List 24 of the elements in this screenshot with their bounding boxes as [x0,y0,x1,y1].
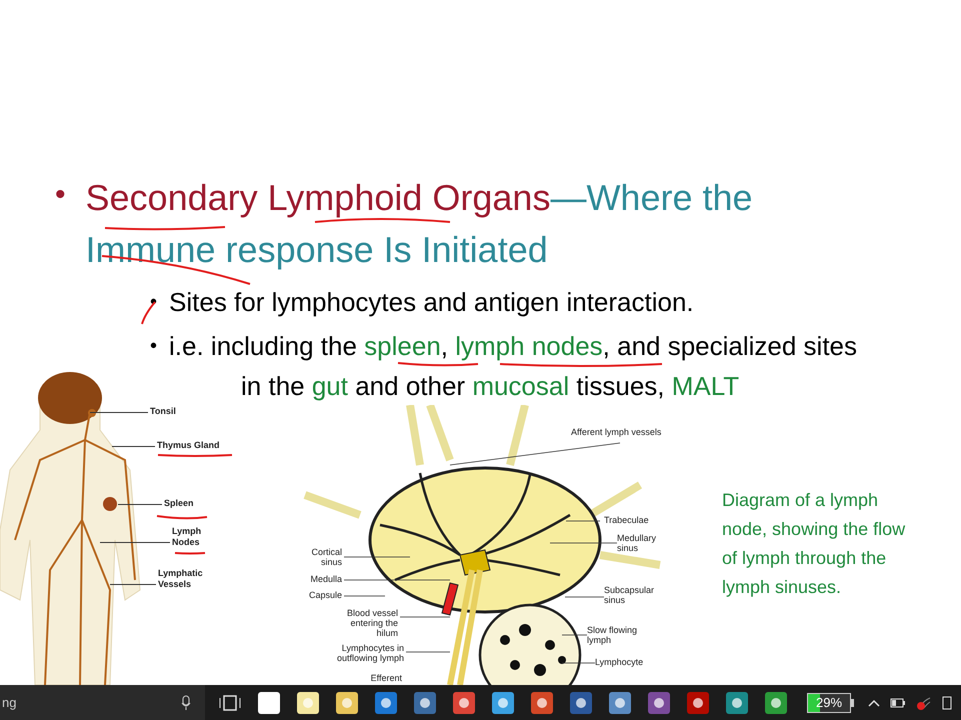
diagram-label: Medulla [309,574,342,584]
diagram-label: Slow flowing lymph [587,625,638,645]
diagram-label: Subcapsular sinus [604,585,656,605]
bullet-dot: • [150,334,158,359]
diagram-label: Medullary sinus [617,533,658,553]
diagram-label: Afferent lymph vessels [571,427,662,437]
figure-label: Lymphatic Vessels [158,568,204,590]
diagram-label: Cortical sinus [310,547,342,567]
figure-label: Spleen [164,498,194,509]
diagram-label: Trabeculae [604,515,649,525]
figure-label: Thymus Gland [157,440,220,451]
figure-label: Tonsil [150,406,176,417]
diagram-label: Lymphocytes in outflowing lymph [336,643,404,663]
bullet-text: Sites for lymphocytes and antigen interaction. [169,286,695,319]
slide-heading: Secondary Lymphoid Organs—Where the Immune response Is Initiated [86,176,754,272]
bullet-text: i.e. including the spleen, lymph nodes, and specialized sites in the gut and other mucosal tissues, MALT [169,330,858,403]
diagram-caption: Diagram of a lymph node, showing the flow of lymph through the lymph sinuses. [722,489,906,599]
search-field[interactable]: ng [0,685,205,720]
diagram-label: Efferent [370,673,402,683]
diagram-label: Capsule [308,590,342,600]
diagram-label: Blood vessel entering the hilum [346,608,398,638]
diagram-label: Lymphocyte [595,657,644,667]
bullet-dot: • [55,177,66,213]
figure-label: Lymph Nodes [172,526,202,548]
